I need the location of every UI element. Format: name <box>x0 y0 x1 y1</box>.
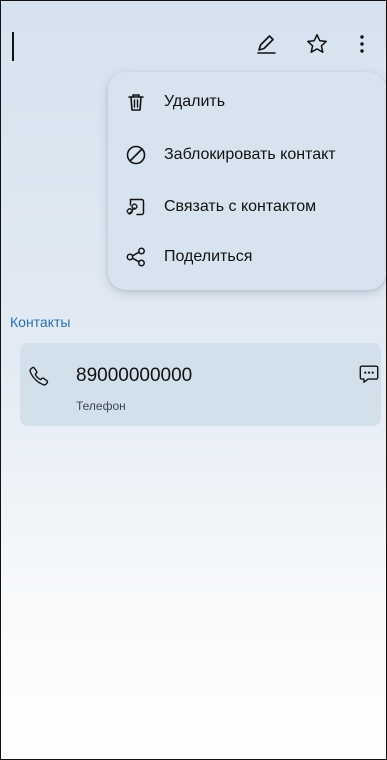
menu-item-delete[interactable]: Удалить <box>108 83 386 121</box>
menu-item-label: Удалить <box>164 93 226 110</box>
block-icon <box>125 144 147 166</box>
contact-details-screen: Удалить Заблокировать контакт Связать с … <box>0 0 387 760</box>
trash-icon <box>125 91 147 113</box>
phone-type-label: Телефон <box>76 399 126 413</box>
menu-item-label: Поделиться <box>164 248 253 265</box>
back-indicator <box>12 32 14 61</box>
contacts-section-title: Контакты <box>10 314 71 330</box>
more-vertical-icon <box>360 35 364 53</box>
message-icon[interactable] <box>358 363 380 385</box>
more-options-button[interactable] <box>348 30 376 58</box>
menu-item-share[interactable]: Поделиться <box>108 238 386 276</box>
menu-item-link-contact[interactable]: Связать с контактом <box>108 188 386 226</box>
menu-item-label: Связать с контактом <box>164 198 317 215</box>
edit-button[interactable] <box>252 30 280 58</box>
phone-contact-card[interactable]: 89000000000 Телефон <box>20 343 381 426</box>
menu-item-label: Заблокировать контакт <box>164 146 336 163</box>
link-contact-icon <box>125 196 147 218</box>
phone-icon <box>28 365 50 387</box>
star-icon <box>307 34 327 53</box>
edit-icon <box>257 35 276 54</box>
share-icon <box>125 246 147 268</box>
overflow-menu: Удалить Заблокировать контакт Связать с … <box>108 72 386 290</box>
favorite-button[interactable] <box>303 30 331 58</box>
menu-item-block-contact[interactable]: Заблокировать контакт <box>108 136 386 174</box>
phone-number[interactable]: 89000000000 <box>76 365 192 387</box>
